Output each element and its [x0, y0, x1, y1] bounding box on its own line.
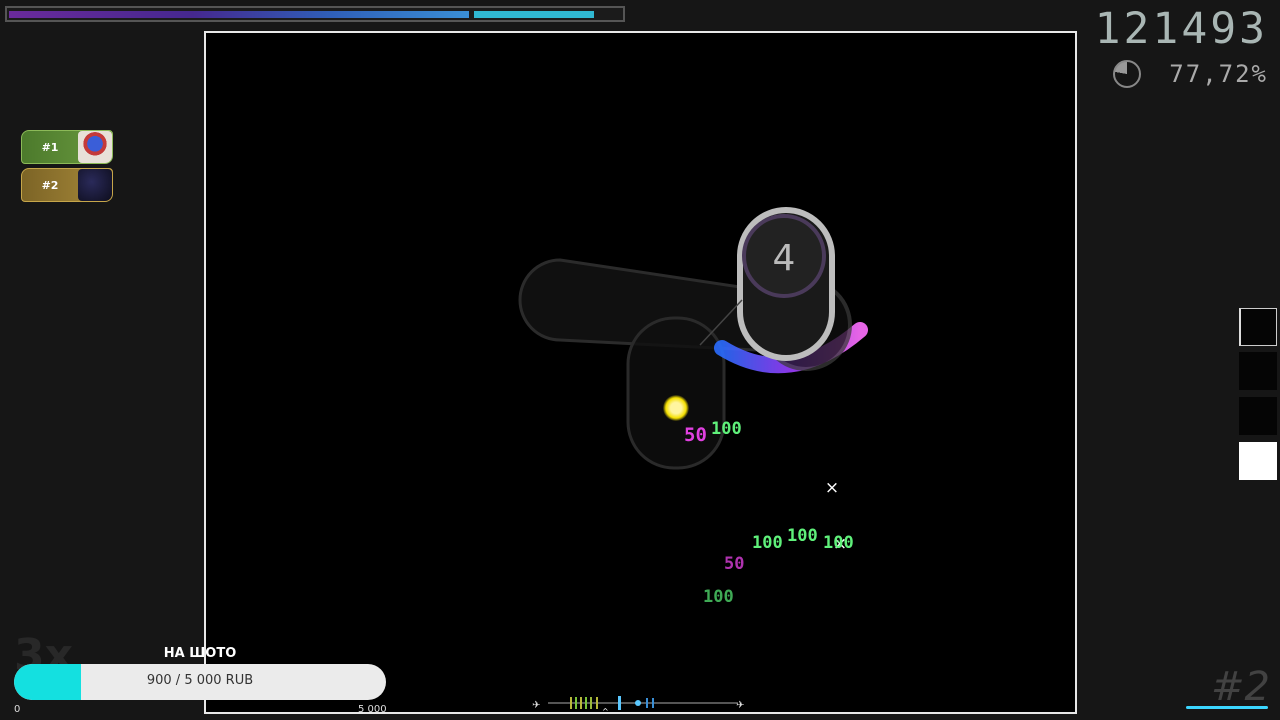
- donation-min-label: 0: [14, 704, 21, 715]
- donation-max-label: 5 000: [358, 704, 387, 715]
- judgement-50: 50: [724, 554, 745, 574]
- hit-error-marker: ^: [602, 707, 609, 714]
- hit-error-tick: [585, 697, 587, 709]
- cursor: [663, 395, 689, 421]
- miss-mark: ×: [825, 478, 839, 498]
- hit-circle-number: 4: [773, 238, 796, 279]
- hit-error-tick: [646, 698, 648, 708]
- hit-objects-layer: 1 4 × ×: [518, 207, 868, 554]
- key-overlay-m1: [1239, 397, 1277, 435]
- rank-underline: [1186, 706, 1268, 709]
- judgement-100: 100: [711, 419, 742, 439]
- key-overlay-m2: [1239, 442, 1277, 480]
- donation-title: НА ШОТО: [163, 646, 237, 661]
- hit-error-tick: [580, 697, 582, 709]
- donation-progress-bar: 900 / 5 000 RUB: [14, 664, 386, 700]
- fast-icon: ✈: [736, 700, 744, 711]
- hit-error-tick: [596, 697, 598, 709]
- donation-progress-text: 900 / 5 000 RUB: [146, 673, 254, 688]
- hit-error-tick: [590, 697, 592, 709]
- hit-error-tick: [652, 698, 654, 708]
- judgement-50: 50: [684, 424, 707, 446]
- judgement-100: 100: [787, 526, 818, 546]
- judgement-100: 100: [703, 587, 734, 607]
- judgement-100: 100: [823, 533, 854, 553]
- judgement-100: 100: [752, 533, 783, 553]
- hit-error-tick: [575, 697, 577, 709]
- hit-error-meter: ✈ ✈ ^: [532, 696, 744, 714]
- slider-body-faded: [626, 316, 726, 470]
- hit-error-tick: [618, 696, 621, 710]
- slow-icon: ✈: [532, 700, 540, 711]
- rank-label: #2: [1211, 664, 1270, 710]
- key-overlay-k2: [1239, 352, 1277, 390]
- hit-error-center: [635, 700, 641, 706]
- hit-error-tick: [570, 697, 572, 709]
- key-overlay-k1: [1239, 308, 1277, 346]
